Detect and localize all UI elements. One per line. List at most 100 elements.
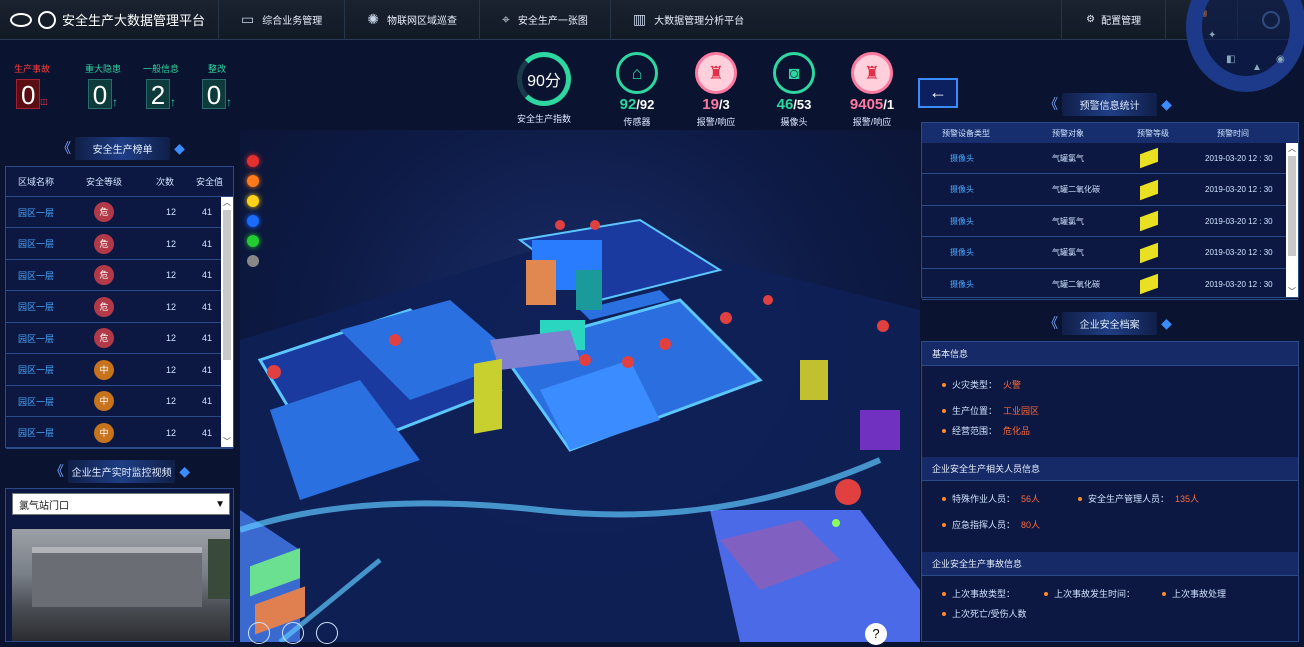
ranking-row[interactable]: 园区一层 中 12 41 xyxy=(6,386,233,417)
ranking-row[interactable]: 园区一层 危 12 41 xyxy=(6,323,233,354)
ranking-header: 区域名称 安全等级 次数 安全值 xyxy=(6,167,233,197)
dial-icon-3[interactable]: ▲ xyxy=(1252,62,1262,73)
ranking-title: 《安全生产榜单 ◆ xyxy=(56,136,186,160)
count-value: 12 xyxy=(166,301,177,312)
warning-time: 2019-03-20 12 : 30 xyxy=(1205,279,1273,289)
ranking-row[interactable]: 园区一层 中 12 41 xyxy=(6,418,233,449)
back-button[interactable]: ← xyxy=(918,78,958,108)
stat-alarm-1: ♜ 19/3 报警/响应 xyxy=(676,52,756,128)
logo-mark-icon xyxy=(10,12,32,27)
region-name[interactable]: 园区一层 xyxy=(18,206,54,219)
app-logo: 安全生产大数据管理平台 xyxy=(0,0,218,40)
region-name[interactable]: 园区一层 xyxy=(18,300,54,313)
scroll-up-icon[interactable]: ︿ xyxy=(1286,143,1298,154)
scroll-down-icon[interactable]: ﹀ xyxy=(1286,286,1298,297)
device-type[interactable]: 摄像头 xyxy=(950,153,974,164)
warning-time: 2019-03-20 12 : 30 xyxy=(1205,185,1273,194)
stat-camera: ◙ 46/53 摄像头 xyxy=(754,52,834,128)
region-name[interactable]: 园区一层 xyxy=(18,426,54,439)
device-type[interactable]: 摄像头 xyxy=(950,184,974,195)
ranking-row[interactable]: 园区一层 危 12 41 xyxy=(6,197,233,228)
status-light-legend xyxy=(247,155,261,267)
config-button[interactable]: ⚙ 配置管理 xyxy=(1061,0,1165,40)
accident-casualty-line: 上次死亡/受伤人数 xyxy=(942,607,1027,620)
nav-iot-patrol[interactable]: ✺ 物联网区域巡查 xyxy=(344,0,479,40)
ranking-row[interactable]: 园区一层 危 12 41 xyxy=(6,229,233,260)
dial-icon-1[interactable]: ✦ xyxy=(1208,30,1216,41)
warning-row[interactable]: 摄像头 气罐二氧化碳 2019-03-20 12 : 30 xyxy=(922,269,1298,300)
accident-type-line: 上次事故类型： xyxy=(942,587,1015,600)
warning-level-icon xyxy=(1140,242,1158,263)
ranking-row[interactable]: 园区一层 危 12 41 xyxy=(6,260,233,291)
region-name[interactable]: 园区一层 xyxy=(18,237,54,250)
ranking-row[interactable]: 园区一层 危 12 41 xyxy=(6,292,233,323)
staff-info-header: 企业安全生产相关人员信息 xyxy=(922,457,1298,481)
camera-video-feed[interactable] xyxy=(12,529,230,641)
camera-select[interactable]: 氯气站门口 ▼ xyxy=(12,493,230,515)
warning-scrollbar[interactable]: ︿ ﹀ xyxy=(1286,143,1298,297)
count-value: 12 xyxy=(166,270,177,280)
nav-safety-map[interactable]: ⌖ 安全生产一张图 xyxy=(478,0,610,40)
ranking-row[interactable]: 园区一层 中 12 41 xyxy=(6,355,233,386)
scroll-thumb[interactable] xyxy=(1288,156,1296,256)
light-blue xyxy=(247,215,259,227)
device-type[interactable]: 摄像头 xyxy=(950,216,974,227)
park-3d-scene xyxy=(239,218,920,644)
scroll-down-icon[interactable]: ﹀ xyxy=(221,436,233,447)
region-name[interactable]: 园区一层 xyxy=(18,269,54,282)
manager-staff-line: 安全生产管理人员： 135人 xyxy=(1078,492,1199,505)
cube-icon[interactable] xyxy=(282,622,304,644)
device-type[interactable]: 摄像头 xyxy=(950,279,974,290)
sparkle-icon: ✺ xyxy=(367,11,379,27)
chevron-down-icon: ▼ xyxy=(215,498,225,510)
location-line: 生产位置： 工业园区 xyxy=(942,404,1039,417)
app-title: 安全生产大数据管理平台 xyxy=(62,13,206,28)
scope-line: 经营范围： 危化品 xyxy=(942,424,1030,437)
rectify-value: 0 xyxy=(202,79,226,110)
archive-title: 《企业安全档案 ◆ xyxy=(1043,311,1173,335)
layer-icon[interactable] xyxy=(248,622,270,644)
accident-value: 0 xyxy=(16,79,41,110)
counter-rectify: 整改 0 ↑ xyxy=(194,62,240,110)
warning-row[interactable]: 摄像头 气罐氯气 2019-03-20 12 : 30 xyxy=(922,238,1298,269)
scroll-thumb[interactable] xyxy=(223,210,231,360)
stat-safety-index: 90分 安全生产指数 xyxy=(504,52,584,125)
scroll-up-icon[interactable]: ︿ xyxy=(221,197,233,208)
warning-header: 预警设备类型 预警对象 预警等级 预警时间 xyxy=(922,123,1298,143)
warning-row[interactable]: 摄像头 气罐氯气 2019-03-20 12 : 30 xyxy=(922,206,1298,237)
level-badge: 危 xyxy=(94,233,114,254)
top-bar: 安全生产大数据管理平台 ▭ 综合业务管理 ✺ 物联网区域巡查 ⌖ 安全生产一张图 ▥ 大… xyxy=(0,0,1304,40)
ranking-panel: 区域名称 安全等级 次数 安全值 园区一层危 12 41 园区一层危 12 41 园区一层危… xyxy=(5,166,234,449)
level-badge: 中 xyxy=(94,391,114,411)
warning-row[interactable]: 摄像头 气罐二氧化碳 2019-03-20 12 : 30 xyxy=(922,175,1298,206)
count-value: 12 xyxy=(166,207,177,217)
light-red xyxy=(247,155,259,167)
count-value: 12 xyxy=(166,364,177,375)
park-3d-view[interactable] xyxy=(239,130,920,644)
warning-time: 2019-03-20 12 : 30 xyxy=(1205,216,1273,226)
count-value: 12 xyxy=(166,396,177,406)
region-name[interactable]: 园区一层 xyxy=(18,332,54,345)
arrow-up-icon: ↑ xyxy=(170,95,176,109)
dial-icon-2[interactable]: ◧ xyxy=(1226,54,1235,65)
safety-value: 41 xyxy=(202,333,213,343)
view-dial[interactable]: ✦ ◧ ▲ ◉ xyxy=(1186,0,1304,92)
warning-object: 气罐氯气 xyxy=(1052,153,1084,163)
region-name[interactable]: 园区一层 xyxy=(18,395,54,408)
ranking-scrollbar[interactable]: ︿ ﹀ xyxy=(221,197,233,447)
warning-title: 《预警信息统计 ◆ xyxy=(1043,92,1173,116)
special-staff-line: 特殊作业人员： 56人 xyxy=(942,492,1040,505)
sliders-icon: ⚙ xyxy=(1086,14,1096,25)
device-type[interactable]: 摄像头 xyxy=(950,247,974,258)
binoculars-icon[interactable] xyxy=(316,622,338,644)
safety-value: 41 xyxy=(202,238,213,249)
warning-row[interactable]: 摄像头 气罐氯气 2019-03-20 12 : 30 xyxy=(922,143,1298,174)
dial-icon-4[interactable]: ◉ xyxy=(1276,54,1285,65)
siren-icon: ♜ xyxy=(851,52,893,94)
siren-icon: ♜ xyxy=(695,52,737,94)
warning-object: 气罐氯气 xyxy=(1052,248,1084,257)
nav-bigdata-platform[interactable]: ▥ 大数据管理分析平台 xyxy=(609,0,766,40)
nav-integrated-business[interactable]: ▭ 综合业务管理 xyxy=(218,0,344,40)
warning-time: 2019-03-20 12 : 30 xyxy=(1205,153,1273,163)
region-name[interactable]: 园区一层 xyxy=(18,363,54,376)
